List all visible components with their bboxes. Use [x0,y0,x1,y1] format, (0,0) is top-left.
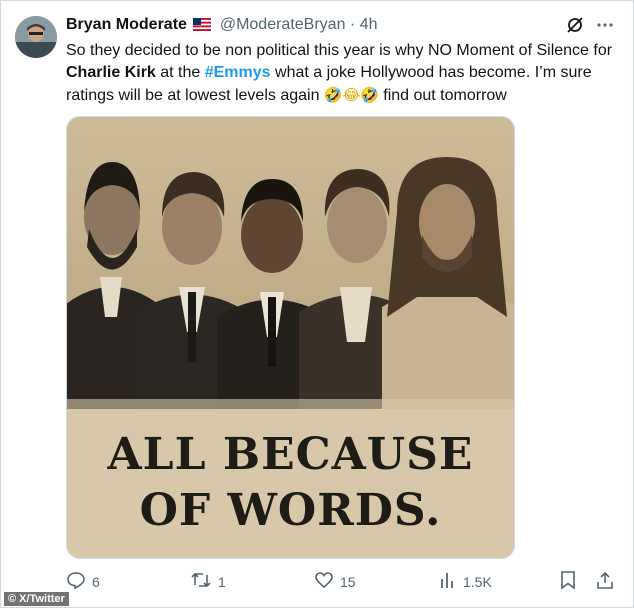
repost-button[interactable]: 1 [190,570,226,593]
repost-icon [190,570,212,593]
reply-button[interactable]: 6 [66,570,100,593]
portrait-figure-5 [382,157,514,409]
post-text: So they decided to be non political this… [66,40,621,107]
share-icon[interactable] [596,570,614,590]
display-name[interactable]: Bryan Moderate [66,16,187,33]
header-icons [566,16,614,39]
post-image[interactable]: ALL BECAUSE OF WORDS. [66,116,515,559]
like-button[interactable]: 15 [314,570,356,593]
post-text-part-4: find out tomorrow [378,87,507,104]
view-count: 1.5K [463,573,492,590]
reply-icon [66,570,86,593]
post-text-part-2: at the [155,64,205,81]
us-flag-icon [193,17,212,37]
grok-icon[interactable] [566,16,584,39]
image-caption: ALL BECAUSE OF WORDS. [67,409,514,557]
post-text-part-1: So they decided to be non political this… [66,42,613,59]
action-bar: 6 1 15 1.5K [66,570,616,592]
reply-count: 6 [92,573,100,590]
analytics-icon [439,570,457,593]
repost-count: 1 [218,573,226,590]
separator: · [349,16,356,33]
avatar[interactable] [15,16,57,58]
timestamp[interactable]: 4h [360,16,378,33]
like-count: 15 [340,573,356,590]
portrait-illustration [67,117,514,409]
bookmark-icon[interactable] [560,570,576,590]
hashtag-emmys[interactable]: #Emmys [205,64,271,81]
laughing-emojis: 🤣😂🤣 [323,86,379,104]
caption-line-1: ALL BECAUSE [107,429,474,480]
source-watermark: © X/Twitter [4,592,69,606]
mention-charlie-kirk: Charlie Kirk [66,64,156,81]
caption-line-2: OF WORDS. [139,485,442,536]
more-options-icon[interactable] [596,16,614,39]
post-header: Bryan Moderate @ModerateBryan · 4h [66,15,378,37]
views-button[interactable]: 1.5K [439,570,492,593]
user-handle[interactable]: @ModerateBryan [220,16,346,33]
heart-icon [314,570,334,593]
